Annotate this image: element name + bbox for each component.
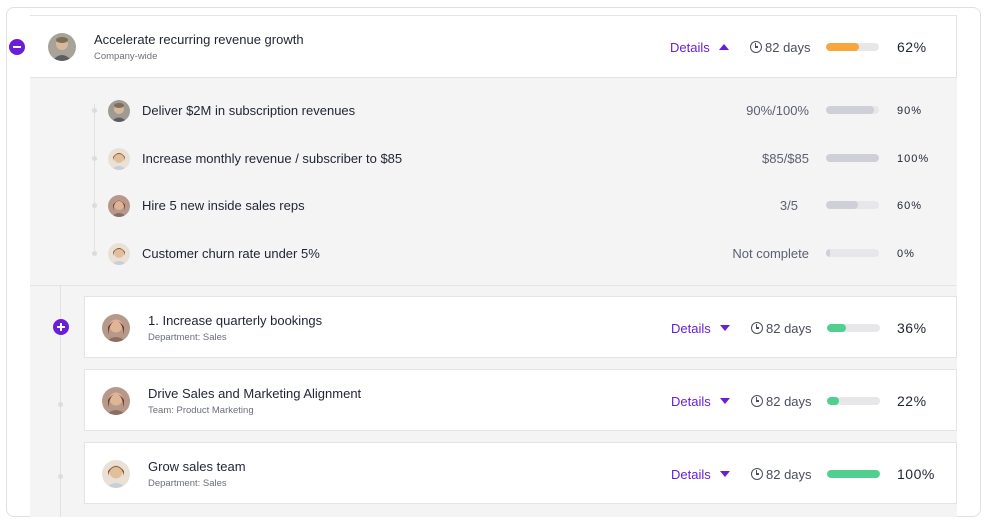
child-objective-subtitle: Department: Sales — [148, 332, 227, 343]
progress-percent: 22% — [897, 393, 927, 409]
progress-percent: 100% — [897, 153, 930, 165]
avatar — [48, 33, 76, 61]
section-divider — [30, 285, 957, 286]
child-objective-card[interactable]: Grow sales team Department: Sales Detail… — [84, 442, 957, 504]
key-result-title[interactable]: Increase monthly revenue / subscriber to… — [142, 151, 402, 166]
avatar — [108, 195, 130, 217]
tree-node-dot — [58, 474, 63, 479]
clock-icon — [751, 322, 763, 334]
progress-fill — [826, 249, 830, 257]
avatar — [108, 148, 130, 170]
child-objective-subtitle: Department: Sales — [148, 478, 227, 489]
days-remaining: 82 days — [765, 40, 811, 55]
avatar — [102, 314, 130, 342]
clock-icon — [750, 41, 762, 53]
progress-bar — [826, 249, 879, 257]
progress-fill — [826, 201, 858, 209]
progress-fill — [826, 106, 874, 114]
progress-fill — [826, 43, 859, 51]
child-objective-subtitle: Team: Product Marketing — [148, 405, 254, 416]
child-objective-title[interactable]: Drive Sales and Marketing Alignment — [148, 386, 361, 401]
progress-bar — [826, 201, 879, 209]
tree-node-dot — [92, 156, 97, 161]
key-result-title[interactable]: Customer churn rate under 5% — [142, 246, 320, 261]
days-remaining: 82 days — [766, 394, 812, 409]
tree-node-dot — [92, 203, 97, 208]
days-remaining: 82 days — [766, 321, 812, 336]
details-link[interactable]: Details — [670, 40, 710, 55]
progress-bar — [827, 324, 880, 332]
days-remaining: 82 days — [766, 467, 812, 482]
progress-bar — [826, 106, 879, 114]
tree-node-dot — [92, 251, 97, 256]
progress-fill — [827, 324, 847, 332]
progress-fill — [826, 154, 879, 162]
progress-percent: 0% — [897, 248, 915, 260]
child-objective-title[interactable]: 1. Increase quarterly bookings — [148, 313, 322, 328]
details-link[interactable]: Details — [671, 394, 711, 409]
avatar — [102, 460, 130, 488]
progress-percent: 62% — [897, 39, 927, 55]
progress-bar — [826, 154, 879, 162]
chevron-down-icon[interactable] — [720, 398, 730, 404]
key-result-progress-text: 3/5 — [779, 198, 798, 213]
tree-node-dot — [58, 402, 63, 407]
key-result-title[interactable]: Hire 5 new inside sales reps — [142, 198, 305, 213]
avatar — [108, 100, 130, 122]
progress-percent: 36% — [897, 320, 927, 336]
progress-percent: 100% — [897, 466, 935, 482]
progress-percent: 60% — [897, 200, 923, 212]
progress-bar — [827, 397, 880, 405]
collapse-icon[interactable] — [9, 39, 25, 55]
progress-percent: 90% — [897, 105, 923, 117]
chevron-down-icon[interactable] — [720, 471, 730, 477]
child-objective-title[interactable]: Grow sales team — [148, 459, 246, 474]
key-result-title[interactable]: Deliver $2M in subscription revenues — [142, 103, 355, 118]
key-result-progress-text: $85/$85 — [762, 151, 809, 166]
key-result-progress-text: Not complete — [732, 246, 809, 261]
clock-icon — [751, 395, 763, 407]
chevron-up-icon[interactable] — [719, 44, 729, 50]
clock-icon — [751, 468, 763, 480]
progress-bar — [827, 470, 880, 478]
objective-card[interactable]: Accelerate recurring revenue growth Comp… — [30, 15, 957, 78]
chevron-down-icon[interactable] — [720, 325, 730, 331]
tree-node-dot — [92, 108, 97, 113]
key-results-connector — [94, 104, 95, 254]
child-objective-card[interactable]: 1. Increase quarterly bookings Departmen… — [84, 296, 957, 358]
avatar — [102, 387, 130, 415]
details-link[interactable]: Details — [671, 467, 711, 482]
key-result-progress-text: 90%/100% — [746, 103, 809, 118]
progress-fill — [827, 470, 880, 478]
avatar — [108, 243, 130, 265]
progress-fill — [827, 397, 839, 405]
expand-icon[interactable] — [53, 319, 69, 335]
objective-subtitle: Company-wide — [94, 51, 158, 62]
details-link[interactable]: Details — [671, 321, 711, 336]
child-objective-card[interactable]: Drive Sales and Marketing Alignment Team… — [84, 369, 957, 431]
objective-title[interactable]: Accelerate recurring revenue growth — [94, 32, 304, 47]
progress-bar — [826, 43, 879, 51]
